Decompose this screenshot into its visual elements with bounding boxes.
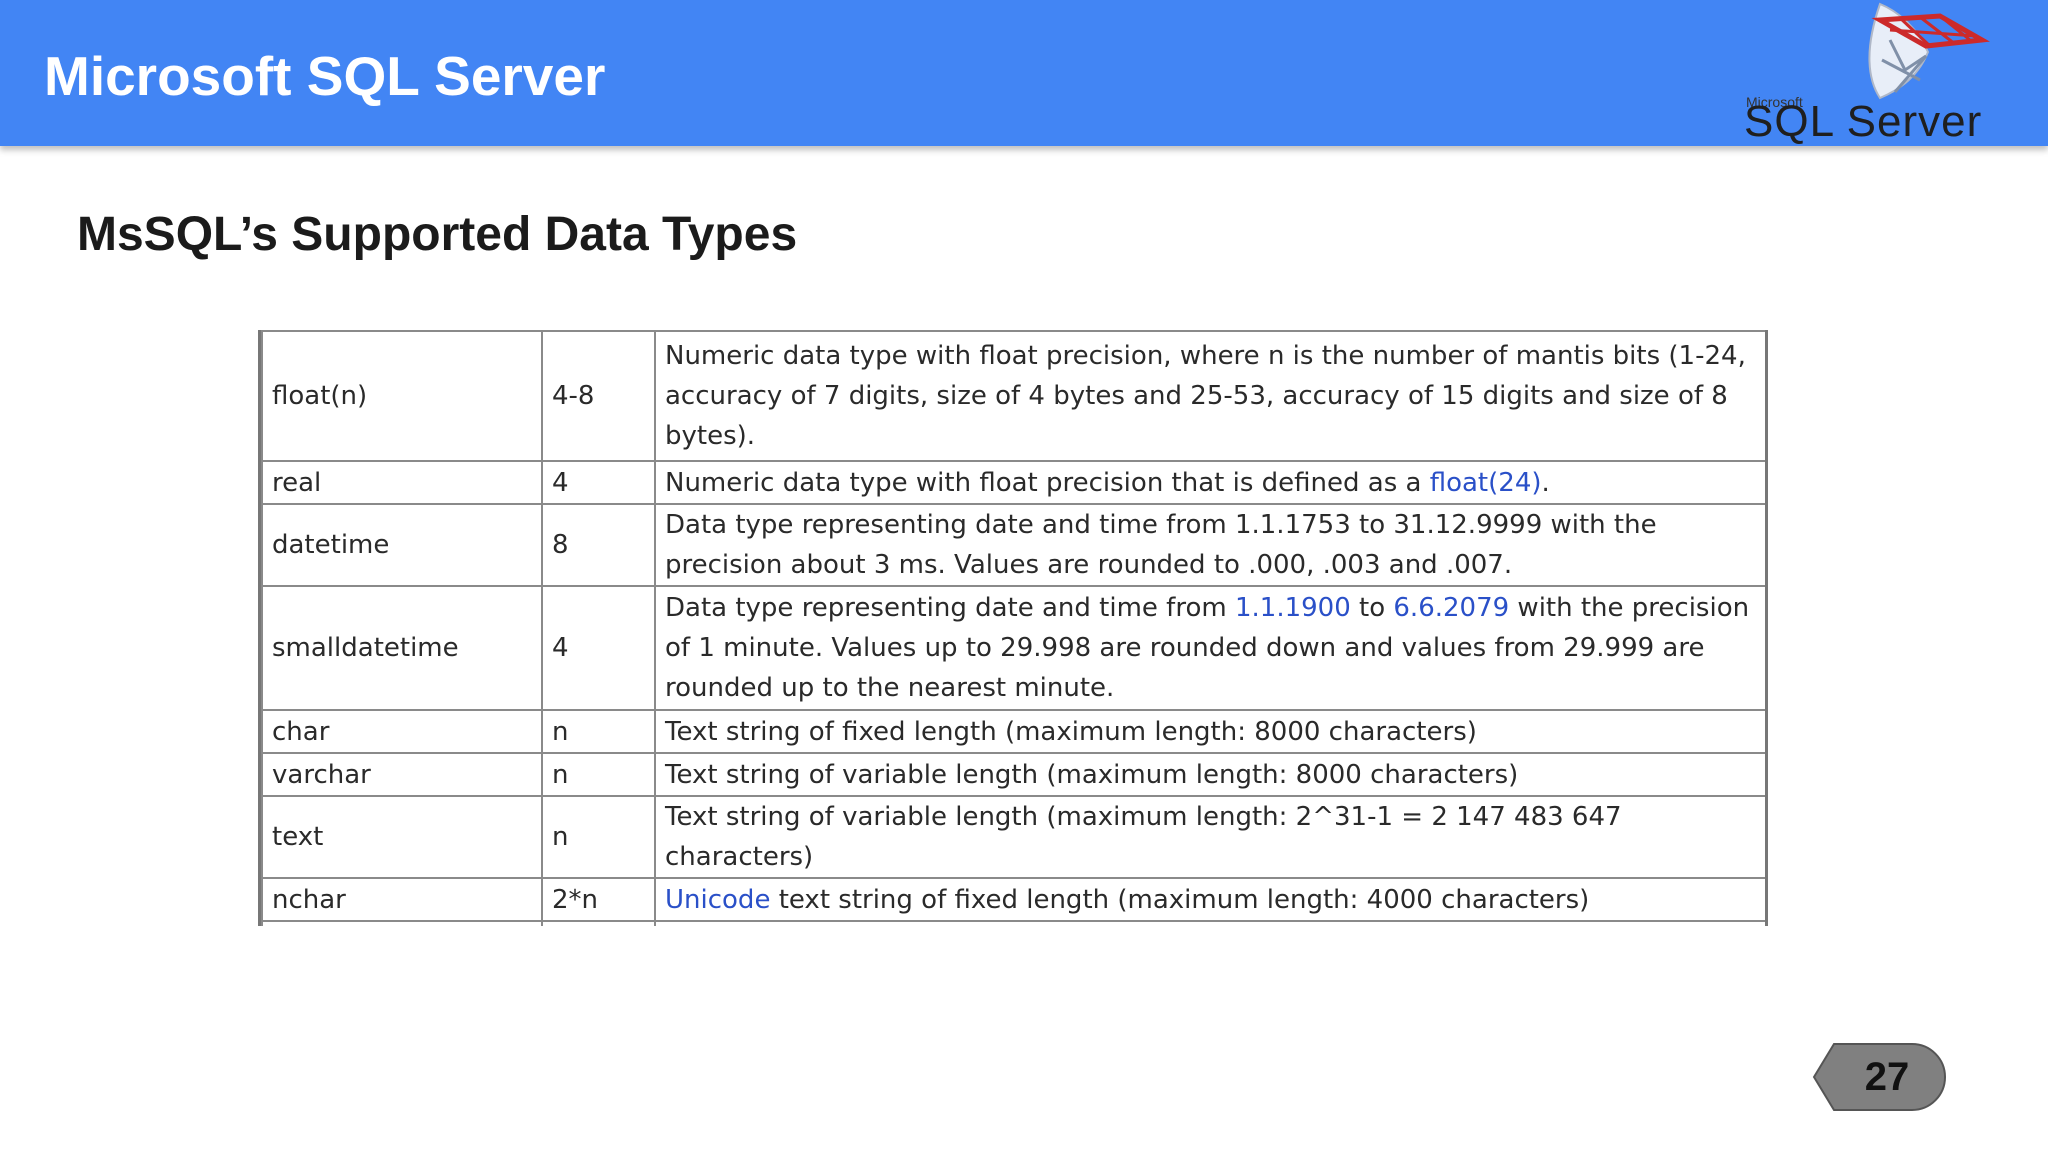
data-type-name: varchar	[261, 752, 543, 797]
data-type-size: 4	[541, 585, 656, 711]
description-text: .	[1541, 467, 1550, 498]
data-type-name: float(n)	[261, 330, 543, 462]
data-type-size: n	[541, 752, 656, 797]
data-type-size: n	[541, 795, 656, 879]
data-type-size: n	[541, 709, 656, 754]
table-row: text n Text string of variable length (max…	[261, 795, 1765, 879]
data-type-name: datetime	[261, 503, 543, 587]
data-type-size: 2*n	[541, 877, 656, 922]
table-row: smalldatetime 4 Data type representing dat…	[261, 585, 1765, 711]
description-text: Numeric data type with float precision t…	[665, 467, 1430, 498]
sql-server-logo: Microsoft SQL Server	[1730, 0, 2030, 146]
header-banner: Microsoft SQL Server Microsoft SQL Serve…	[0, 0, 2048, 146]
table-row: float(n) 4-8 Numeric data type with float …	[261, 330, 1765, 462]
data-type-description: Numeric data type with float precision, …	[654, 330, 1765, 462]
table-row: nchar 2*n Unicode text string of fixed len…	[261, 877, 1765, 922]
description-text: to	[1350, 593, 1394, 623]
description-text: Text string of variable length (maximum …	[665, 759, 1519, 790]
data-type-description: Numeric data type with float precision t…	[654, 460, 1765, 505]
data-type-description: Text string of variable length (maximum …	[654, 795, 1765, 879]
table-row: datetime 8 Data type representing date and…	[261, 503, 1765, 587]
table-row: real 4 Numeric data type with float precis…	[261, 460, 1765, 505]
data-types-table-container: float(n) 4-8 Numeric data type with float …	[258, 330, 1768, 926]
description-link[interactable]: 6.6.2079	[1393, 593, 1509, 623]
header-title: Microsoft SQL Server	[44, 45, 606, 107]
description-text: Data type representing date and time fro…	[665, 510, 1657, 580]
data-type-name: nvarchar	[261, 920, 543, 926]
data-types-table: float(n) 4-8 Numeric data type with float …	[261, 330, 1765, 926]
description-text: Numeric data type with float precision, …	[665, 341, 1746, 451]
data-type-name: text	[261, 795, 543, 879]
description-text: text string of fixed length (maximum len…	[770, 884, 1590, 915]
description-text: Text string of variable length (maximum …	[665, 802, 1622, 872]
data-type-name: smalldatetime	[261, 585, 543, 711]
data-type-description: Unicode text string of fixed length (max…	[654, 877, 1765, 922]
data-type-description: Text string of fixed length (maximum len…	[654, 709, 1765, 754]
data-type-description: Data type representing date and time fro…	[654, 503, 1765, 587]
data-type-description: Text string of variable length (maximum …	[654, 752, 1765, 797]
slide-title: MsSQL’s Supported Data Types	[77, 208, 798, 261]
data-type-description: Unicode text string of variable length (…	[654, 920, 1765, 926]
table-row: char n Text string of fixed length (maximu…	[261, 709, 1765, 754]
description-link[interactable]: 1.1.1900	[1235, 593, 1351, 623]
data-type-size: 4-8	[541, 330, 656, 462]
page-number: 27	[1864, 1054, 1910, 1099]
description-text: Text string of fixed length (maximum len…	[665, 716, 1477, 747]
data-type-size: 8	[541, 503, 656, 587]
table-row: nvarchar2*nUnicode text string of variab…	[261, 920, 1765, 926]
page-number-badge: 27	[1812, 1042, 1946, 1112]
logo-sql-server-text: SQL Server	[1744, 97, 1983, 146]
data-type-description: Data type representing date and time fro…	[654, 585, 1765, 711]
data-type-name: nchar	[261, 877, 543, 922]
description-link[interactable]: Unicode	[665, 885, 770, 915]
data-type-size: 4	[541, 460, 656, 505]
data-type-size: 2*n	[541, 920, 656, 926]
table-row: varchar n Text string of variable length (…	[261, 752, 1765, 797]
data-type-name: char	[261, 709, 543, 754]
data-type-name: real	[261, 460, 543, 505]
description-link[interactable]: float(24)	[1430, 468, 1542, 498]
description-text: Data type representing date and time fro…	[665, 593, 1235, 623]
